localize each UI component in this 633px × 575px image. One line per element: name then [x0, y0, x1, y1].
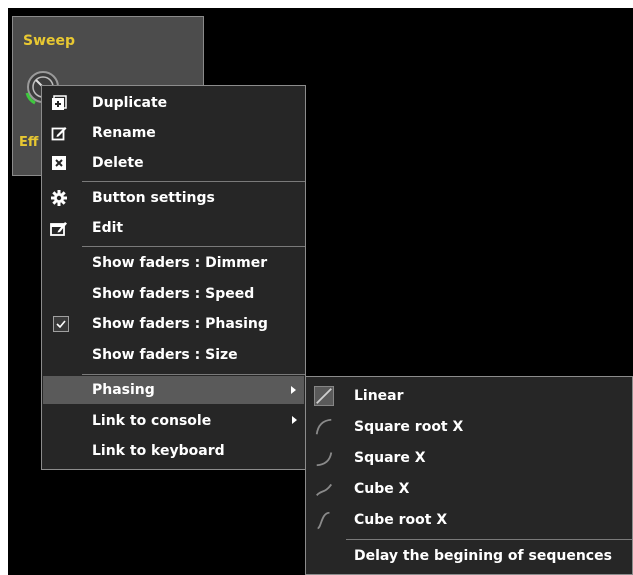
submenu-item-label: Linear [354, 388, 404, 404]
menu-item-label: Show faders : Dimmer [92, 255, 268, 271]
menu-item-label: Show faders : Size [92, 347, 238, 363]
delete-icon [50, 154, 68, 172]
submenu-arrow-icon [291, 386, 296, 394]
square-root-curve-icon [314, 417, 334, 437]
menu-item-label: Phasing [92, 382, 155, 398]
phasing-submenu: Linear Square root X Square X Cube X Cub… [305, 376, 633, 575]
cube-root-curve-icon [314, 510, 334, 530]
context-menu: Duplicate Rename Delete Button settings … [41, 85, 306, 470]
menu-item-show-faders-size[interactable]: Show faders : Size [42, 340, 305, 370]
menu-item-label: Link to console [92, 413, 212, 429]
duplicate-icon [50, 94, 68, 112]
menu-item-show-faders-speed[interactable]: Show faders : Speed [42, 279, 305, 309]
menu-item-label: Rename [92, 125, 156, 141]
menu-separator [82, 181, 305, 182]
submenu-item-label: Square root X [354, 419, 464, 435]
effect-subtitle: Eff [19, 135, 39, 150]
submenu-item-label: Delay the begining of sequences [354, 548, 612, 564]
square-curve-icon [314, 448, 334, 468]
linear-curve-icon [314, 386, 334, 406]
cube-curve-icon [314, 479, 334, 499]
menu-item-delete[interactable]: Delete [42, 148, 305, 178]
edit-icon [50, 219, 68, 237]
submenu-item-cube-x[interactable]: Cube X [306, 474, 632, 504]
menu-item-label: Delete [92, 155, 144, 171]
menu-separator [346, 539, 632, 540]
submenu-item-delay-sequences[interactable]: Delay the begining of sequences [306, 541, 632, 571]
menu-item-label: Link to keyboard [92, 443, 225, 459]
submenu-item-square-root-x[interactable]: Square root X [306, 412, 632, 442]
menu-item-label: Edit [92, 220, 124, 236]
effect-title: Sweep [23, 33, 76, 49]
menu-item-duplicate[interactable]: Duplicate [42, 88, 305, 118]
submenu-item-linear[interactable]: Linear [306, 381, 632, 411]
menu-item-button-settings[interactable]: Button settings [42, 183, 305, 213]
menu-separator [82, 246, 305, 247]
menu-item-link-to-console[interactable]: Link to console [42, 406, 305, 436]
menu-item-show-faders-dimmer[interactable]: Show faders : Dimmer [42, 248, 305, 278]
submenu-arrow-icon [292, 416, 297, 424]
workspace-canvas: Sweep Eff Duplicate Rename Delete Button… [8, 8, 633, 575]
menu-item-show-faders-phasing[interactable]: Show faders : Phasing [42, 309, 305, 339]
menu-item-label: Show faders : Phasing [92, 316, 268, 332]
menu-item-label: Button settings [92, 190, 215, 206]
checkmark-icon [52, 315, 70, 333]
submenu-item-label: Square X [354, 450, 426, 466]
menu-item-rename[interactable]: Rename [42, 118, 305, 148]
menu-separator [82, 374, 305, 375]
submenu-item-cube-root-x[interactable]: Cube root X [306, 505, 632, 535]
menu-item-label: Duplicate [92, 95, 168, 111]
menu-item-phasing[interactable]: Phasing [43, 376, 304, 404]
submenu-item-label: Cube root X [354, 512, 448, 528]
submenu-item-label: Cube X [354, 481, 410, 497]
gear-icon [50, 189, 68, 207]
menu-item-label: Show faders : Speed [92, 286, 255, 302]
rename-icon [50, 124, 68, 142]
menu-item-edit[interactable]: Edit [42, 213, 305, 243]
submenu-item-square-x[interactable]: Square X [306, 443, 632, 473]
menu-item-link-to-keyboard[interactable]: Link to keyboard [42, 436, 305, 466]
